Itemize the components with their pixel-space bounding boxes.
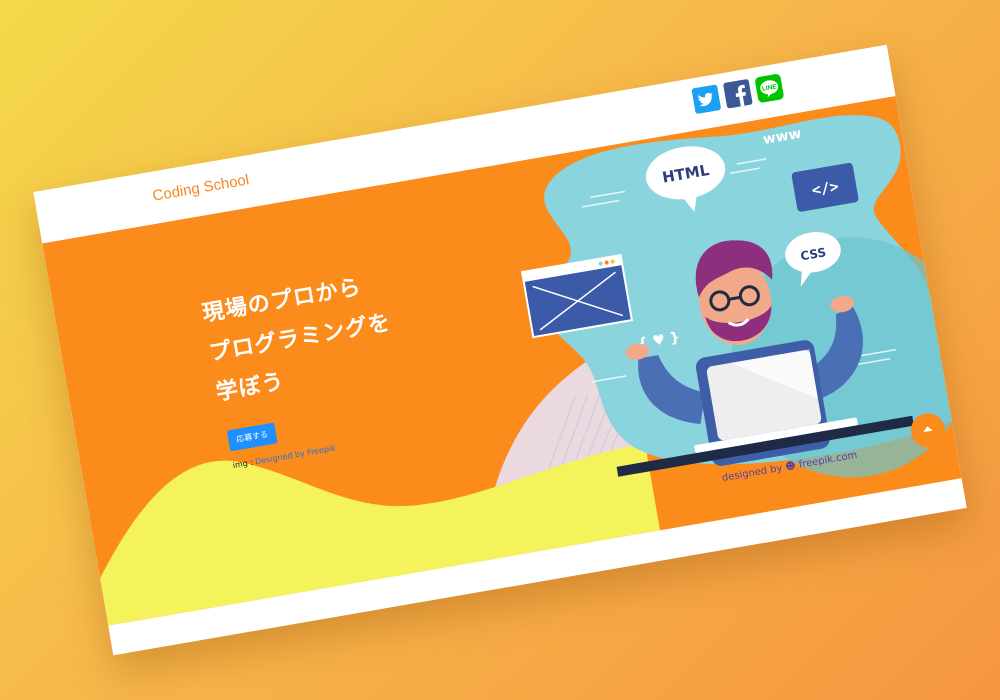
- brand-logo-link[interactable]: Coding School: [151, 171, 250, 204]
- twitter-icon: [691, 84, 721, 114]
- chevron-up-icon: [923, 426, 934, 433]
- social-share-buttons: LINE: [691, 73, 784, 114]
- line-share-button[interactable]: LINE: [754, 73, 784, 103]
- landing-page-screenshot: Coding School LINE 現場のプロから プログラミングを 学ぼう …: [33, 44, 967, 656]
- twitter-share-button[interactable]: [691, 84, 721, 114]
- facebook-icon: [723, 79, 753, 109]
- line-icon: LINE: [755, 74, 784, 103]
- facebook-share-button[interactable]: [723, 79, 753, 109]
